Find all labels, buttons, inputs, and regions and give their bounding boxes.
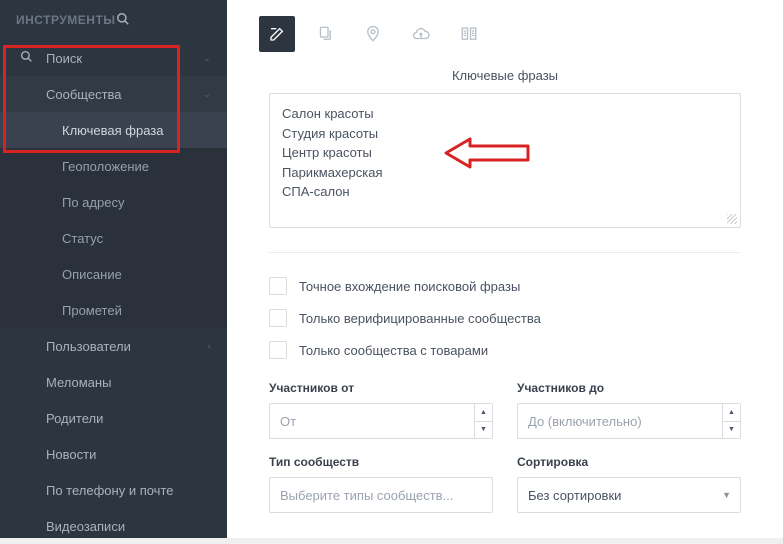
sidebar-title: ИНСТРУМЕНТЫ [16,13,116,27]
chevron-left-icon: ‹ [208,341,211,352]
sidebar-item-label: Новости [46,447,211,462]
community-type-label: Тип сообществ [269,455,493,469]
chevron-down-icon: ⌄ [203,53,211,64]
sidebar-item-phone-mail[interactable]: По телефону и почте [0,472,227,508]
sidebar-item-videos[interactable]: Видеозаписи [0,508,227,544]
sidebar-item-label: Поиск [46,51,203,66]
copy-button[interactable] [307,16,343,52]
checkbox-with-goods[interactable]: Только сообщества с товарами [269,341,741,359]
sidebar-item-label: Статус [62,231,211,246]
sort-select[interactable] [517,477,741,513]
sidebar-item-description[interactable]: Описание [0,256,227,292]
sidebar-item-prometheus[interactable]: Прометей [0,292,227,328]
sidebar-item-keyword[interactable]: Ключевая фраза [0,112,227,148]
chevron-down-icon: ⌄ [203,89,211,100]
participants-from-label: Участников от [269,381,493,395]
participants-from-input[interactable] [269,403,493,439]
spinner-buttons[interactable]: ▲▼ [474,404,492,438]
resize-grip-icon[interactable] [727,214,737,224]
sidebar-item-label: Ключевая фраза [62,123,211,138]
spinner-buttons[interactable]: ▲▼ [722,404,740,438]
sidebar-item-label: Видеозаписи [46,519,211,534]
checkbox-icon [269,309,287,327]
search-icon [20,50,36,66]
divider [269,252,741,253]
section-title: Ключевые фразы [269,68,741,83]
search-icon[interactable] [116,12,211,29]
sidebar-item-geolocation[interactable]: Геоположение [0,148,227,184]
sidebar-header: ИНСТРУМЕНТЫ [0,0,227,40]
toolbar [227,0,783,68]
edit-button[interactable] [259,16,295,52]
filters-row-2: Тип сообществ Сортировка ▼ [269,455,741,513]
checkbox-exact-match[interactable]: Точное вхождение поисковой фразы [269,277,741,295]
sidebar: ИНСТРУМЕНТЫ Поиск ⌄ Сообщества ⌄ Ключева… [0,0,227,538]
cloud-upload-button[interactable] [403,16,439,52]
book-button[interactable] [451,16,487,52]
sidebar-item-label: Родители [46,411,211,426]
keywords-textarea-wrap [269,93,741,228]
keywords-textarea[interactable] [282,104,728,212]
sidebar-item-label: Прометей [62,303,211,318]
sidebar-item-communities[interactable]: Сообщества ⌄ [0,76,227,112]
checkbox-icon [269,341,287,359]
sidebar-item-address[interactable]: По адресу [0,184,227,220]
filters-row-1: Участников от ▲▼ Участников до ▲▼ [269,381,741,439]
checkbox-verified[interactable]: Только верифицированные сообщества [269,309,741,327]
location-button[interactable] [355,16,391,52]
sidebar-item-news[interactable]: Новости [0,436,227,472]
checkbox-icon [269,277,287,295]
community-type-select[interactable] [269,477,493,513]
sidebar-item-users[interactable]: Пользователи ‹ [0,328,227,364]
sidebar-item-label: Пользователи [46,339,208,354]
sidebar-item-search[interactable]: Поиск ⌄ [0,40,227,76]
participants-to-label: Участников до [517,381,741,395]
sidebar-item-label: Сообщества [46,87,203,102]
sidebar-item-label: Геоположение [62,159,211,174]
checkbox-label: Только верифицированные сообщества [299,311,541,326]
participants-to-input[interactable] [517,403,741,439]
main-panel: Ключевые фразы Точное вхождение поисково… [227,0,783,538]
sidebar-item-label: По телефону и почте [46,483,211,498]
sidebar-item-melomany[interactable]: Меломаны [0,364,227,400]
sidebar-item-label: По адресу [62,195,211,210]
sort-label: Сортировка [517,455,741,469]
sidebar-item-parents[interactable]: Родители [0,400,227,436]
checkbox-label: Точное вхождение поисковой фразы [299,279,520,294]
sidebar-item-label: Меломаны [46,375,211,390]
sidebar-item-status[interactable]: Статус [0,220,227,256]
keywords-section: Ключевые фразы Точное вхождение поисково… [227,68,783,513]
sidebar-item-label: Описание [62,267,211,282]
checkbox-label: Только сообщества с товарами [299,343,488,358]
